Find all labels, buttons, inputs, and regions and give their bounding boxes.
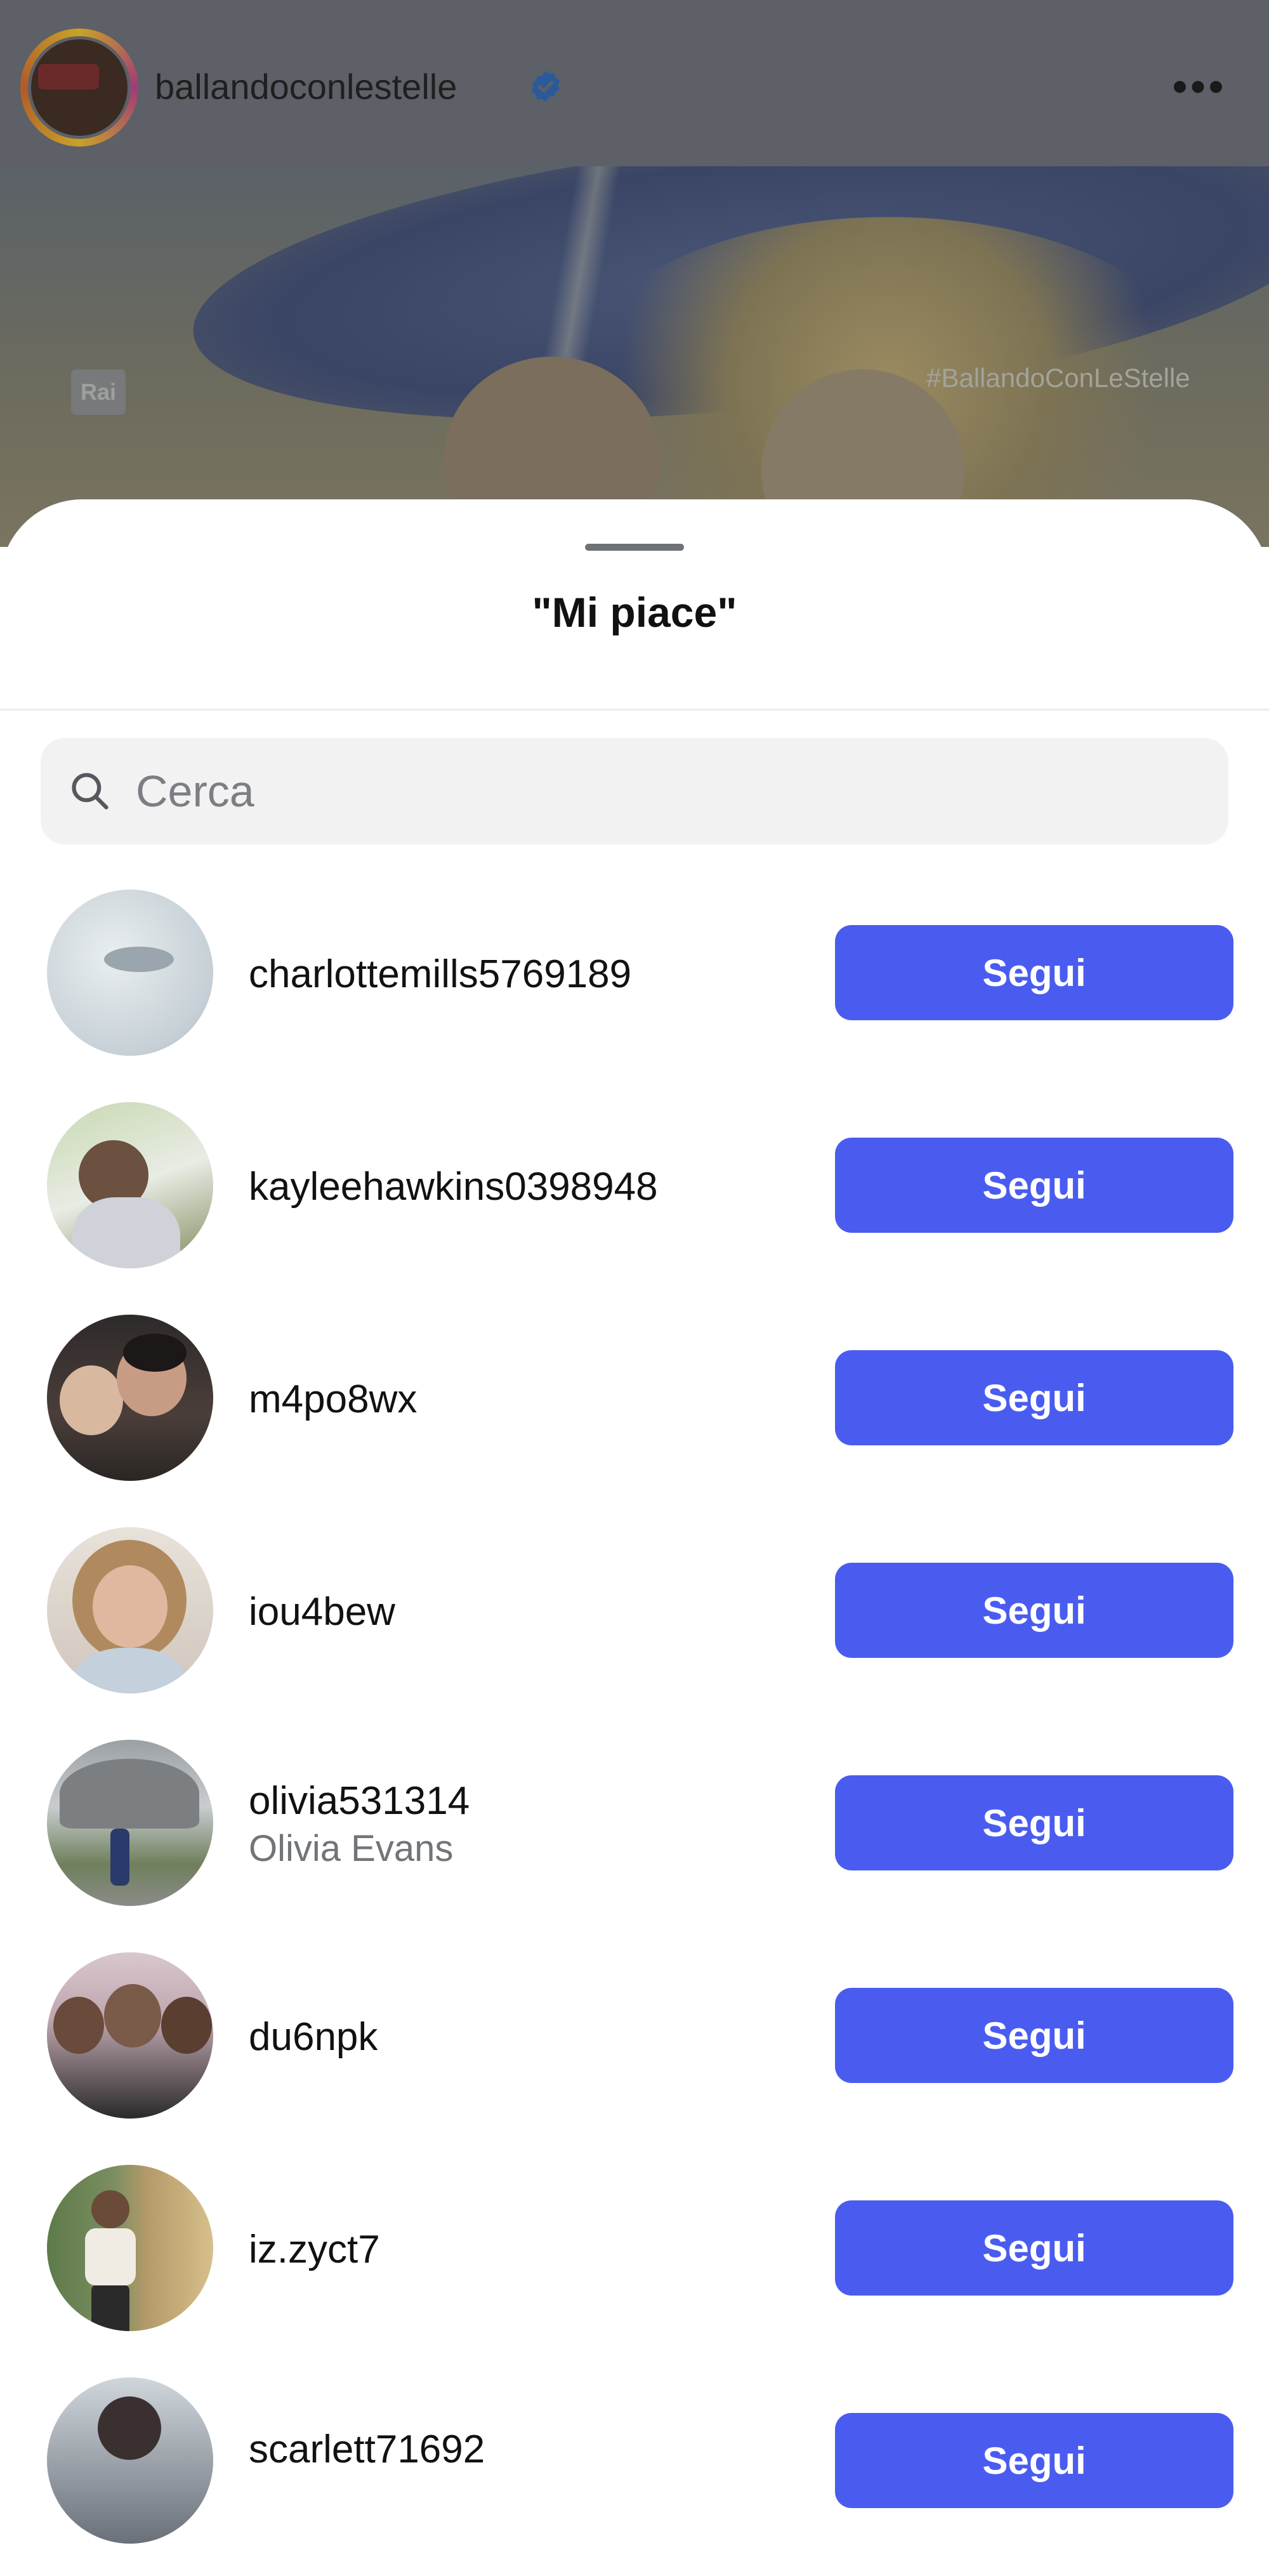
avatar[interactable] bbox=[47, 1315, 213, 1481]
avatar[interactable] bbox=[47, 1740, 213, 1906]
username[interactable]: iz.zyct7 bbox=[249, 2227, 380, 2272]
media-hashtag: #BallandoConLeStelle bbox=[926, 363, 1190, 393]
follow-button[interactable]: Segui bbox=[835, 2413, 1233, 2508]
username[interactable]: scarlett71692 bbox=[249, 2427, 485, 2472]
likes-sheet: "Mi piace" charlottemills5769189 Segui k… bbox=[0, 499, 1269, 2544]
sheet-title: "Mi piace" bbox=[532, 589, 737, 636]
list-item[interactable]: olivia531314 Olivia Evans Segui bbox=[0, 1726, 1269, 1938]
follow-button[interactable]: Segui bbox=[835, 2200, 1233, 2296]
username[interactable]: olivia531314 bbox=[249, 1778, 470, 1824]
avatar[interactable] bbox=[47, 2165, 213, 2331]
username[interactable]: m4po8wx bbox=[249, 1377, 417, 1422]
follow-button[interactable]: Segui bbox=[835, 1138, 1233, 1233]
list-item[interactable]: iz.zyct7 Segui bbox=[0, 2151, 1269, 2363]
follow-button[interactable]: Segui bbox=[835, 1563, 1233, 1658]
avatar[interactable] bbox=[47, 1102, 213, 1268]
account-name[interactable]: ballandoconlestelle bbox=[155, 66, 457, 107]
post-media: Rai #BallandoConLeStelle bbox=[0, 166, 1269, 547]
avatar[interactable] bbox=[47, 1527, 213, 1693]
search-icon bbox=[72, 773, 108, 810]
username[interactable]: charlottemills5769189 bbox=[249, 952, 631, 997]
avatar[interactable] bbox=[47, 2377, 213, 2544]
username[interactable]: iou4bew bbox=[249, 1589, 395, 1634]
list-item[interactable]: du6npk Segui bbox=[0, 1938, 1269, 2151]
list-item[interactable]: m4po8wx Segui bbox=[0, 1301, 1269, 1513]
list-item[interactable]: iou4bew Segui bbox=[0, 1513, 1269, 1726]
username[interactable]: kayleehawkins0398948 bbox=[249, 1164, 658, 1209]
follow-button[interactable]: Segui bbox=[835, 1988, 1233, 2083]
account-avatar[interactable] bbox=[20, 29, 138, 147]
search-input[interactable] bbox=[136, 738, 1183, 844]
list-item[interactable]: scarlett71692 Segui bbox=[0, 2363, 1269, 2576]
follow-button[interactable]: Segui bbox=[835, 1775, 1233, 1870]
verified-badge-icon bbox=[532, 70, 560, 102]
channel-logo: Rai bbox=[71, 369, 126, 415]
follow-button[interactable]: Segui bbox=[835, 1350, 1233, 1445]
full-name: Olivia Evans bbox=[249, 1828, 454, 1869]
search-bar[interactable] bbox=[41, 738, 1228, 844]
account-logo bbox=[38, 64, 99, 89]
divider bbox=[0, 709, 1269, 711]
avatar[interactable] bbox=[47, 890, 213, 1056]
username[interactable]: du6npk bbox=[249, 2014, 378, 2060]
follow-button[interactable]: Segui bbox=[835, 925, 1233, 1020]
list-item[interactable]: kayleehawkins0398948 Segui bbox=[0, 1088, 1269, 1301]
list-item[interactable]: charlottemills5769189 Segui bbox=[0, 876, 1269, 1088]
more-horizontal-icon[interactable]: ••• bbox=[1167, 64, 1231, 108]
post-header: ballandoconlestelle ••• bbox=[0, 0, 1269, 166]
avatar[interactable] bbox=[47, 1952, 213, 2119]
sheet-grabber-handle[interactable] bbox=[585, 544, 684, 551]
